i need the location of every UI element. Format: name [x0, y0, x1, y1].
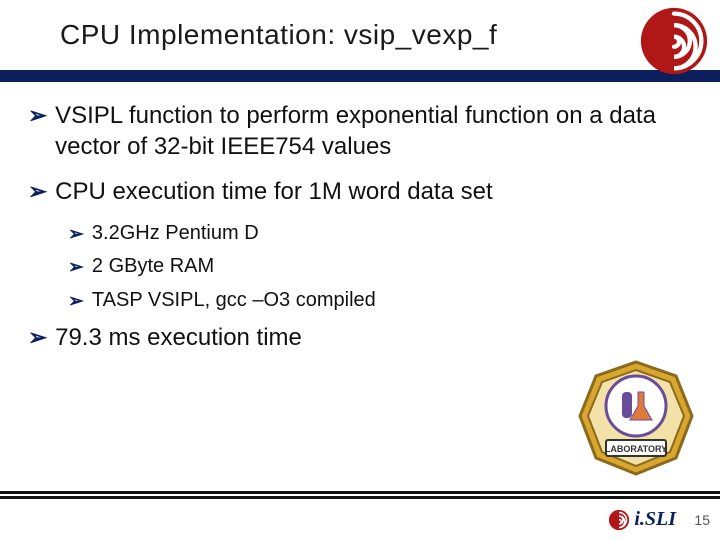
swirl-logo-icon	[638, 5, 710, 77]
bullet-level2: ➢ TASP VSIPL, gcc –O3 compiled	[68, 289, 692, 315]
bullet-text: 3.2GHz Pentium D	[92, 222, 259, 245]
laboratory-badge-icon: LABORATORY	[576, 358, 696, 478]
bullet-text: 2 GByte RAM	[92, 255, 214, 278]
bullet-level2: ➢ 3.2GHz Pentium D	[68, 222, 692, 248]
bullet-level2: ➢ 2 GByte RAM	[68, 255, 692, 281]
slide-title: CPU Implementation: vsip_vexp_f	[0, 19, 497, 51]
bullet-text: TASP VSIPL, gcc –O3 compiled	[92, 289, 376, 312]
bullet-marker-icon: ➢	[28, 176, 47, 207]
bullet-text: 79.3 ms execution time	[55, 322, 302, 353]
slide-content: ➢ VSIPL function to perform exponential …	[0, 78, 720, 354]
bullet-marker-icon: ➢	[68, 222, 84, 248]
page-number: 15	[686, 512, 710, 528]
slide-header: CPU Implementation: vsip_vexp_f	[0, 0, 720, 78]
footer-brand-text: i.SLI	[634, 508, 676, 531]
footer-brand: i.SLI	[608, 508, 676, 531]
bullet-marker-icon: ➢	[28, 322, 47, 353]
bullet-text: CPU execution time for 1M word data set	[55, 176, 493, 207]
lab-label-text: LABORATORY	[605, 444, 667, 454]
bullet-marker-icon: ➢	[28, 100, 47, 131]
bullet-level1: ➢ CPU execution time for 1M word data se…	[28, 176, 692, 207]
slide-footer: i.SLI 15	[0, 496, 720, 540]
bullet-level1: ➢ 79.3 ms execution time	[28, 322, 692, 353]
bullet-marker-icon: ➢	[68, 289, 84, 315]
footer-swirl-icon	[608, 509, 630, 531]
bullet-marker-icon: ➢	[68, 255, 84, 281]
bullet-text: VSIPL function to perform exponential fu…	[55, 100, 692, 162]
bullet-level1: ➢ VSIPL function to perform exponential …	[28, 100, 692, 162]
